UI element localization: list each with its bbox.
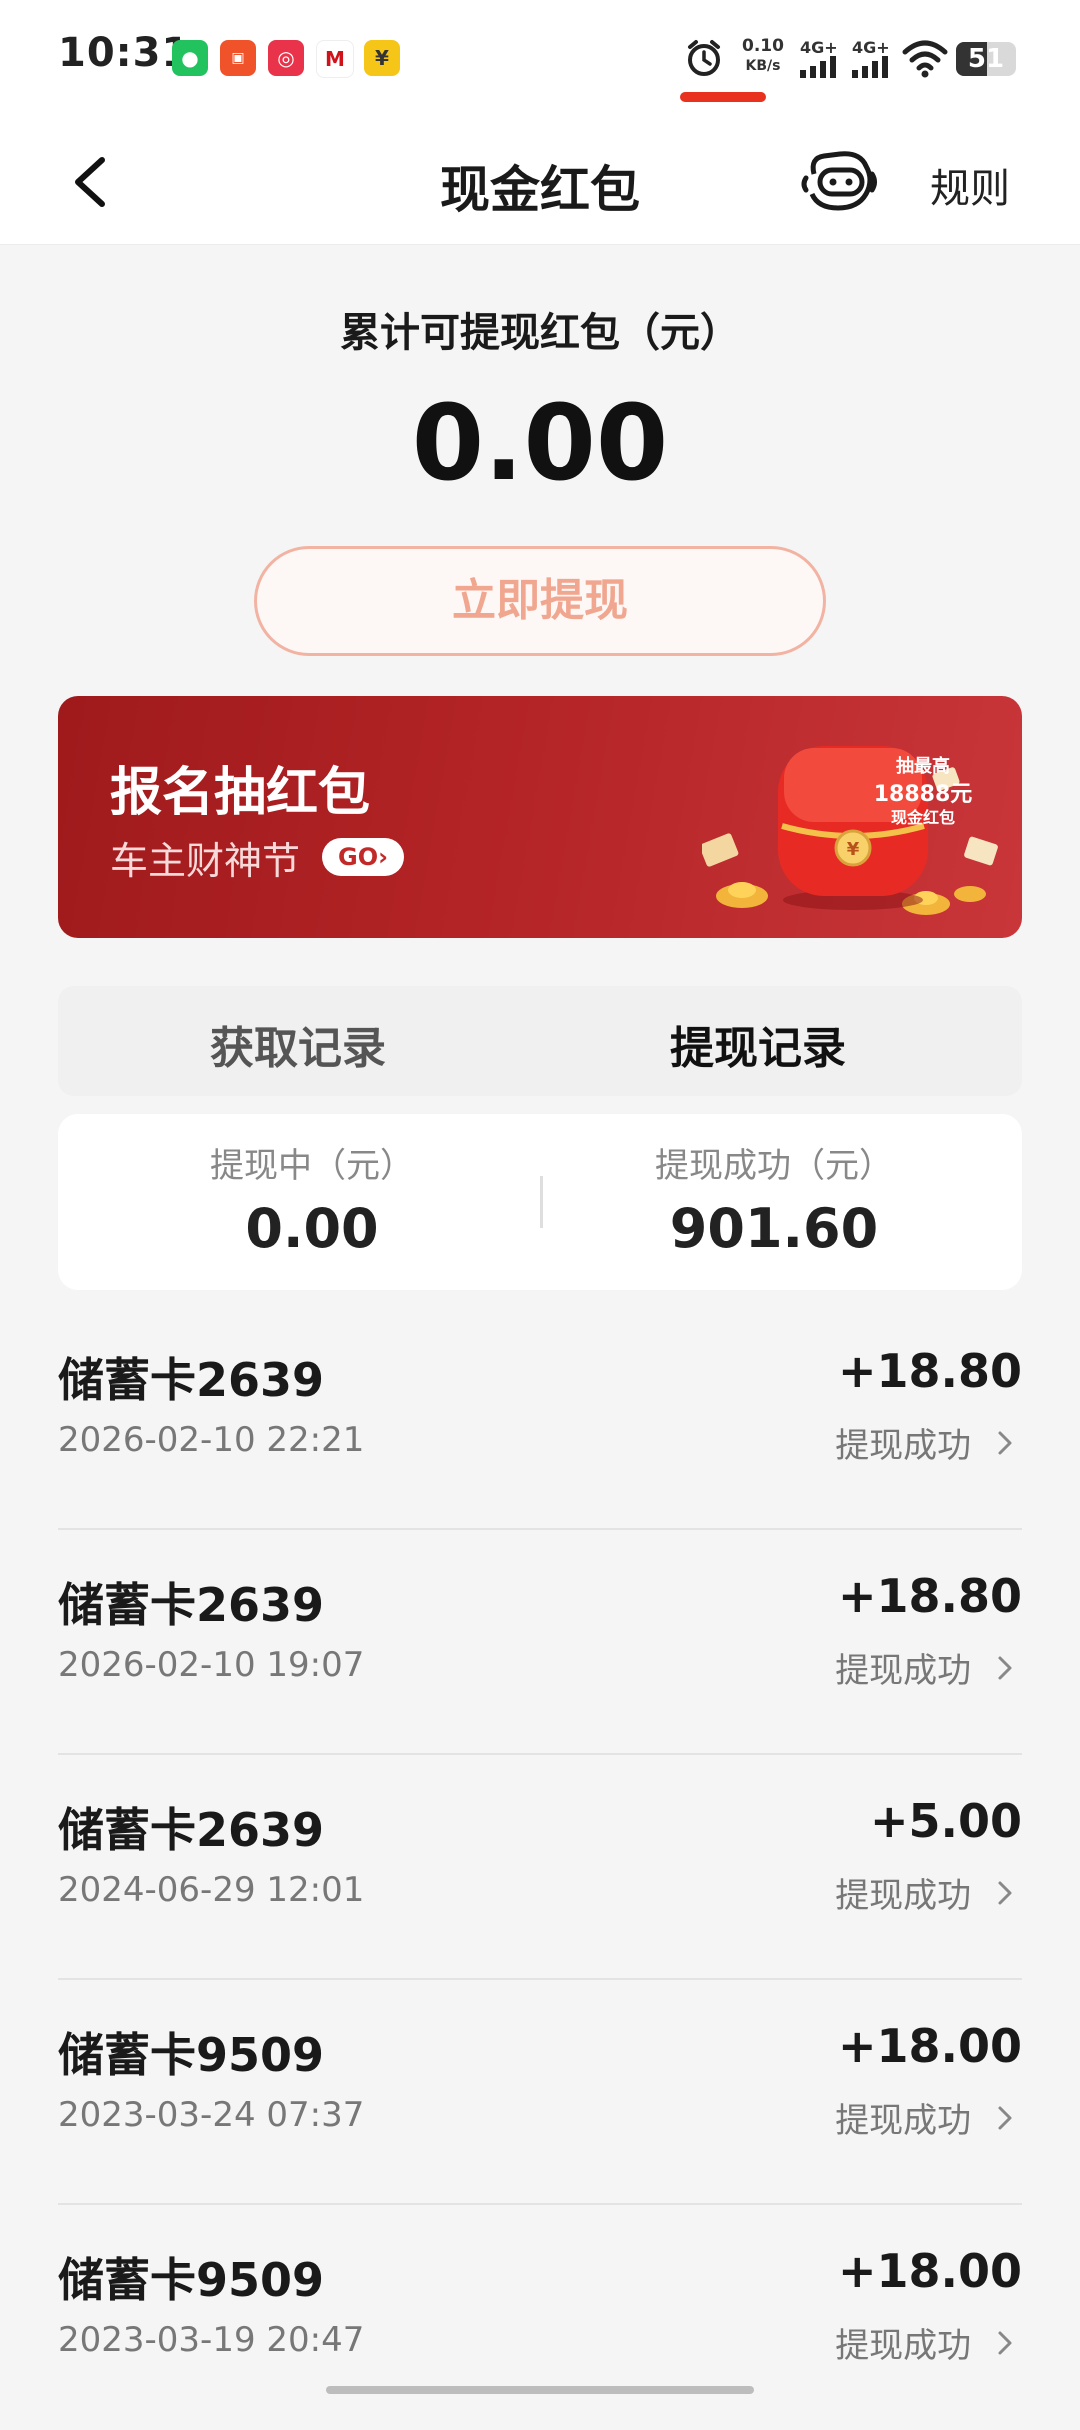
record-amount: +18.00 xyxy=(837,2244,1022,2298)
customer-service-button[interactable] xyxy=(800,144,878,220)
status-bar: 10:31 ● ▣ ◎ M ¥ 0.10 KB/s 4G+ 4G+ 51 xyxy=(0,0,1080,120)
svg-text:¥: ¥ xyxy=(847,839,860,860)
chevron-right-icon xyxy=(998,2331,1012,2354)
record-item[interactable]: 储蓄卡2639 2026-02-10 19:07 +18.80 提现成功 xyxy=(58,1531,1022,1755)
go-label: GO xyxy=(338,843,379,871)
promo-line-3: 现金红包 xyxy=(890,808,955,827)
record-amount: +18.00 xyxy=(837,2019,1022,2073)
record-card: 储蓄卡9509 xyxy=(58,2028,325,2082)
balance-label: 累计可提现红包（元） xyxy=(340,310,740,356)
record-status-label: 提现成功 xyxy=(835,2326,972,2366)
chevron-right-icon xyxy=(998,1656,1012,1679)
pingan-bank-icon: ▣ xyxy=(220,40,256,76)
withdraw-summary-card: 提现中（元） 0.00 提现成功（元） 901.60 xyxy=(58,1114,1022,1290)
tab-get-records[interactable]: 获取记录 xyxy=(148,1012,448,1076)
chevron-right-icon xyxy=(998,1431,1012,1454)
promo-line-1: 抽最高 xyxy=(896,756,950,777)
success-value: 901.60 xyxy=(669,1197,879,1260)
record-status: 提现成功 xyxy=(835,2318,1020,2367)
success-summary: 提现成功（元） 901.60 xyxy=(564,1138,984,1260)
chevron-right-icon xyxy=(998,2106,1012,2129)
header: 现金红包 规则 xyxy=(0,120,1080,245)
pending-value: 0.00 xyxy=(245,1197,379,1260)
record-card: 储蓄卡2639 xyxy=(58,1803,325,1857)
record-divider xyxy=(58,1753,1022,1755)
record-time: 2026-02-10 19:07 xyxy=(58,1645,365,1685)
record-item[interactable]: 储蓄卡2639 2024-06-29 12:01 +5.00 提现成功 xyxy=(58,1756,1022,1980)
status-time: 10:31 xyxy=(58,30,191,76)
tab-withdraw-records[interactable]: 提现记录 xyxy=(608,1012,908,1076)
record-card: 储蓄卡9509 xyxy=(58,2253,325,2307)
record-status: 提现成功 xyxy=(835,1643,1020,1692)
banner-go-button[interactable]: GO› xyxy=(322,838,404,876)
net-speed-unit: KB/s xyxy=(745,58,781,74)
battery-level: 51 xyxy=(967,44,1005,74)
active-tab-indicator xyxy=(680,92,766,102)
meituan-app-icon: ◎ xyxy=(268,40,304,76)
record-divider xyxy=(58,2203,1022,2205)
withdraw-now-button[interactable]: 立即提现 xyxy=(254,546,826,656)
signal-2-label: 4G+ xyxy=(852,38,890,57)
record-divider xyxy=(58,1978,1022,1980)
rules-link[interactable]: 规则 xyxy=(930,156,1010,214)
record-status-label: 提现成功 xyxy=(835,1876,972,1916)
summary-divider xyxy=(540,1176,543,1228)
net-speed: 0.10 KB/s xyxy=(736,36,790,76)
success-label: 提现成功（元） xyxy=(655,1146,893,1186)
page-title: 现金红包 xyxy=(440,161,640,219)
record-time: 2023-03-24 07:37 xyxy=(58,2095,365,2135)
promo-banner[interactable]: 报名抽红包 车主财神节 GO› ¥ 抽最高 18888元 现金红包 xyxy=(58,696,1022,938)
record-item[interactable]: 储蓄卡9509 2023-03-19 20:47 +18.00 提现成功 xyxy=(58,2206,1022,2430)
record-tabs: 获取记录 提现记录 xyxy=(58,986,1022,1096)
cmb-bank-icon: M xyxy=(316,40,354,78)
go-chevron-icon: › xyxy=(378,843,388,871)
banner-title: 报名抽红包 xyxy=(110,763,371,823)
robot-service-icon xyxy=(801,151,877,211)
banner-subtitle: 车主财神节 xyxy=(110,839,301,883)
record-item[interactable]: 储蓄卡2639 2026-02-10 22:21 +18.80 提现成功 xyxy=(58,1306,1022,1530)
wechat-icon: ● xyxy=(172,40,208,76)
record-status: 提现成功 xyxy=(835,1868,1020,1917)
home-indicator[interactable] xyxy=(326,2386,754,2394)
chevron-right-icon xyxy=(998,1881,1012,1904)
record-divider xyxy=(58,1528,1022,1530)
record-status-label: 提现成功 xyxy=(835,1426,972,1466)
record-status: 提现成功 xyxy=(835,1418,1020,1467)
record-time: 2023-03-19 20:47 xyxy=(58,2320,365,2360)
record-status-label: 提现成功 xyxy=(835,2101,972,2141)
net-speed-value: 0.10 xyxy=(742,36,784,56)
signal-icon xyxy=(800,56,836,78)
record-time: 2026-02-10 22:21 xyxy=(58,1420,365,1460)
record-card: 储蓄卡2639 xyxy=(58,1578,325,1632)
pending-label: 提现中（元） xyxy=(210,1146,414,1186)
record-amount: +5.00 xyxy=(869,1794,1022,1848)
record-card: 储蓄卡2639 xyxy=(58,1353,325,1407)
balance-amount: 0.00 xyxy=(411,382,669,504)
yuan-app-icon: ¥ xyxy=(364,40,400,76)
battery-indicator: 51 xyxy=(956,42,1016,76)
record-status-label: 提现成功 xyxy=(835,1651,972,1691)
pending-summary: 提现中（元） 0.00 xyxy=(102,1138,522,1260)
alarm-icon xyxy=(688,40,720,76)
record-item[interactable]: 储蓄卡9509 2023-03-24 07:37 +18.00 提现成功 xyxy=(58,1981,1022,2205)
record-status: 提现成功 xyxy=(835,2093,1020,2142)
signal-1-label: 4G+ xyxy=(800,38,838,57)
wifi-icon xyxy=(902,40,948,78)
signal-icon xyxy=(852,56,888,78)
record-amount: +18.80 xyxy=(837,1344,1022,1398)
record-time: 2024-06-29 12:01 xyxy=(58,1870,365,1910)
record-amount: +18.80 xyxy=(837,1569,1022,1623)
